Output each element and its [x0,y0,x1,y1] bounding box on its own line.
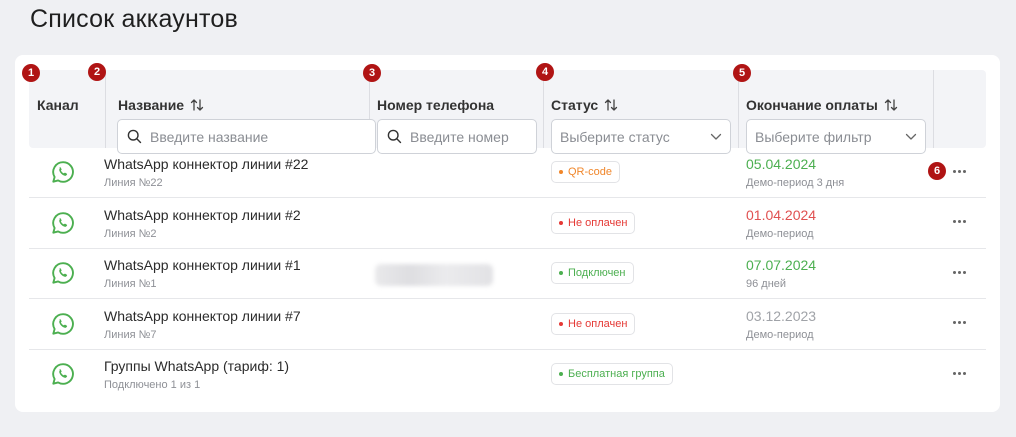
sort-icon[interactable] [604,98,618,112]
annotation-marker-6: 6 [928,162,946,180]
status-label: Не оплачен [568,317,628,330]
phone-search-placeholder: Введите номер [410,128,509,145]
payment-end-date: 03.12.2023 [746,307,817,324]
whatsapp-icon [51,211,75,235]
column-header-phone: Номер телефона [377,97,494,113]
status-label: Не оплачен [568,216,628,229]
whatsapp-icon [51,261,75,285]
payment-end-date: 01.04.2024 [746,206,817,223]
sort-icon[interactable] [884,98,898,112]
name-search-placeholder: Введите название [150,128,269,145]
column-header-status[interactable]: Статус [551,97,618,113]
account-name[interactable]: WhatsApp коннектор линии #22 [104,156,308,172]
status-dot-icon [559,271,563,275]
payment-end-date: 05.04.2024 [746,156,817,172]
annotation-marker-1: 1 [22,64,40,82]
account-name[interactable]: WhatsApp коннектор линии #1 [104,257,301,273]
accounts-table-card: Канал Название Номер телефона Статус Око… [15,55,1000,412]
search-icon [387,129,402,144]
payment-end-note: 96 дней [746,278,787,290]
table-row[interactable]: WhatsApp коннектор линии #22 Линия №22 QR-… [29,148,986,198]
chevron-down-icon [710,133,722,140]
table-row[interactable]: Группы WhatsApp (тариф: 1) Подключено 1 и… [29,350,986,400]
payment-end-note: Демо-период [746,328,814,341]
status-dot-icon [559,170,563,174]
account-subtitle: Линия №2 [104,227,157,240]
search-icon [127,129,142,144]
account-subtitle: Линия №1 [104,278,157,290]
annotation-marker-4: 4 [536,63,554,81]
column-header-name[interactable]: Название [118,97,204,113]
whatsapp-icon [51,160,75,184]
more-actions-icon[interactable] [949,314,969,332]
account-name[interactable]: WhatsApp коннектор линии #2 [104,207,301,223]
chevron-down-icon [905,133,917,140]
annotation-marker-5: 5 [733,64,751,82]
status-dot-icon [559,372,563,376]
sort-icon[interactable] [190,98,204,112]
status-select-placeholder: Выберите статус [560,128,670,145]
payment-end-note: Демо-период 3 дня [746,177,845,189]
annotation-marker-3: 3 [363,64,381,82]
phone-number-redacted [375,264,493,286]
account-name[interactable]: WhatsApp коннектор линии #7 [104,308,301,324]
table-header: Канал Название Номер телефона Статус Око… [29,70,986,154]
payment-end-date: 07.07.2024 [746,257,817,273]
more-actions-icon[interactable] [949,364,969,382]
status-badge: Бесплатная группа [551,363,673,385]
payment-filter-placeholder: Выберите фильтр [755,128,872,145]
status-badge: Не оплачен [551,211,636,234]
status-badge: QR-code [551,161,621,183]
column-header-channel: Канал [37,97,79,113]
account-subtitle: Подключено 1 из 1 [104,379,201,391]
more-actions-icon[interactable] [949,263,969,281]
table-row[interactable]: WhatsApp коннектор линии #7 Линия №7 Не оп… [29,300,986,350]
column-header-payment-end[interactable]: Окончание оплаты [746,97,898,113]
status-label: Подключен [568,267,626,279]
account-subtitle: Линия №7 [104,328,157,341]
column-header-channel-label: Канал [37,97,79,113]
account-subtitle: Линия №22 [104,177,163,189]
status-label: QR-code [568,166,613,178]
whatsapp-icon [51,362,75,386]
whatsapp-icon [51,312,75,336]
page-title: Список аккаунтов [30,5,238,33]
column-header-phone-label: Номер телефона [377,97,495,113]
more-actions-icon[interactable] [949,162,969,180]
table-row[interactable]: WhatsApp коннектор линии #2 Линия №2 Не оп… [29,199,986,249]
status-badge: Подключен [551,262,634,284]
status-dot-icon [559,321,563,326]
status-label: Бесплатная группа [568,368,665,380]
annotation-marker-2: 2 [88,63,106,81]
status-dot-icon [559,220,563,225]
column-header-payment-end-label: Окончание оплаты [746,97,878,113]
column-header-name-label: Название [118,97,185,113]
status-badge: Не оплачен [551,312,636,335]
payment-end-note: Демо-период [746,227,814,240]
account-name[interactable]: Группы WhatsApp (тариф: 1) [104,358,289,374]
more-actions-icon[interactable] [949,213,969,231]
table-row[interactable]: WhatsApp коннектор линии #1 Линия №1 Подкл… [29,249,986,299]
column-header-status-label: Статус [551,97,599,113]
